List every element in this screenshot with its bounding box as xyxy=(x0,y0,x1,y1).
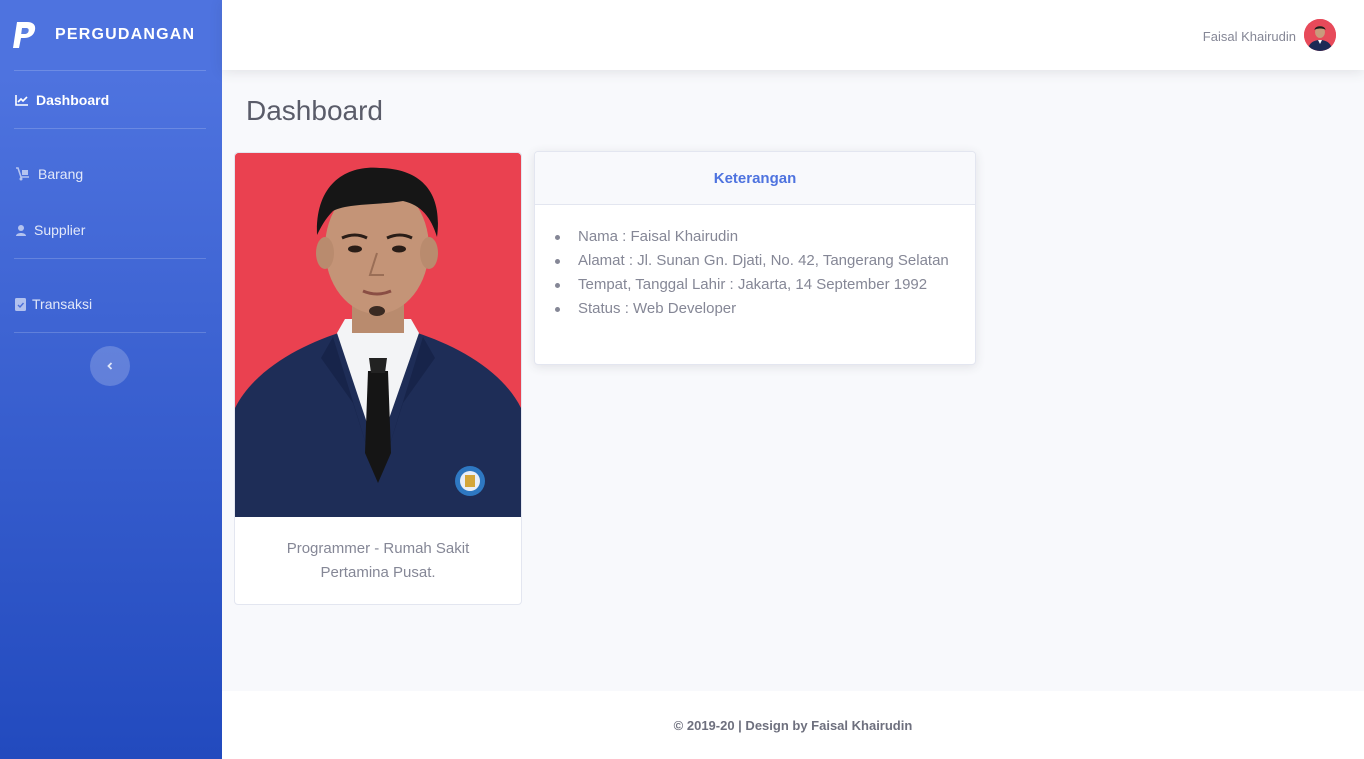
info-card: Keterangan Nama : Faisal Khairudin Alama… xyxy=(534,151,976,365)
sidebar-item-label: Barang xyxy=(38,166,84,182)
profile-caption: Programmer - Rumah Sakit Pertamina Pusat… xyxy=(286,540,470,581)
sidebar-item-transaksi[interactable]: Transaksi xyxy=(0,276,222,332)
footer: © 2019-20 | Design by Faisal Khairudin xyxy=(222,691,1364,759)
avatar[interactable] xyxy=(1304,19,1336,51)
user-icon xyxy=(14,223,28,237)
topbar: Faisal Khairudin xyxy=(222,0,1364,70)
info-card-title: Keterangan xyxy=(535,152,975,205)
list-item: Status : Web Developer xyxy=(555,297,955,321)
list-item: Alamat : Jl. Sunan Gn. Djati, No. 42, Ta… xyxy=(555,249,955,273)
sidebar-item-supplier[interactable]: Supplier xyxy=(0,202,222,258)
profile-card: Programmer - Rumah Sakit Pertamina Pusat… xyxy=(234,152,522,605)
clipboard-check-icon xyxy=(14,297,26,311)
profile-photo xyxy=(235,153,521,517)
list-item: Tempat, Tanggal Lahir : Jakarta, 14 Sept… xyxy=(555,273,955,297)
sidebar-divider xyxy=(14,332,206,333)
app-root: PERGUDANGAN Dashboard Barang Supplier Tr… xyxy=(0,0,1364,759)
sidebar-toggle-button[interactable] xyxy=(90,346,130,386)
user-name[interactable]: Faisal Khairudin xyxy=(1203,29,1296,44)
sidebar-item-label: Transaksi xyxy=(32,296,93,312)
chevron-left-icon xyxy=(107,362,113,370)
sidebar-brand[interactable]: PERGUDANGAN xyxy=(0,0,222,70)
sidebar: PERGUDANGAN Dashboard Barang Supplier Tr… xyxy=(0,0,222,759)
footer-copyright: © 2019-20 | Design by Faisal Khairudin xyxy=(673,717,913,733)
chart-line-icon xyxy=(14,93,30,107)
sidebar-item-dashboard[interactable]: Dashboard xyxy=(0,71,222,128)
dolly-icon xyxy=(14,167,32,181)
page-title: Dashboard xyxy=(246,95,383,126)
info-list: Nama : Faisal Khairudin Alamat : Jl. Sun… xyxy=(535,205,975,321)
paypal-p-icon xyxy=(13,22,36,48)
sidebar-item-label: Supplier xyxy=(34,222,86,238)
sidebar-item-barang[interactable]: Barang xyxy=(0,146,222,202)
list-item: Nama : Faisal Khairudin xyxy=(555,225,955,249)
sidebar-item-label: Dashboard xyxy=(36,91,110,108)
brand-name: PERGUDANGAN xyxy=(55,26,196,43)
